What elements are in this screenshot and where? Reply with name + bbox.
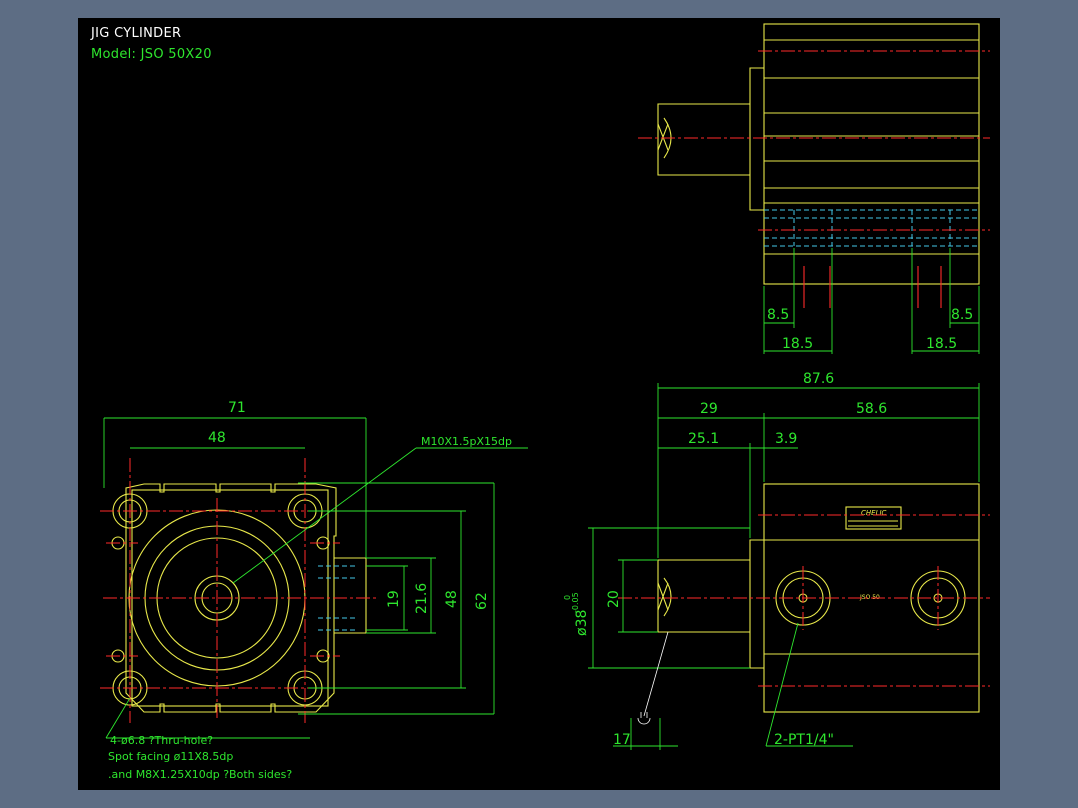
dim-48-width: 48 (208, 430, 226, 446)
cad-window: JIG CYLINDER Model: JSO 50X20 71 48 62 4… (0, 0, 1078, 808)
wrench-icon (637, 712, 651, 725)
dim-20: 20 (606, 590, 622, 608)
dim-8-5-left: 8.5 (767, 307, 789, 323)
top-body-lines (764, 39, 979, 255)
front-view: 71 48 62 48 21.6 19 M10X1.5pX15dp 4-ø6.8… (100, 400, 528, 781)
dim-21-6: 21.6 (414, 583, 430, 614)
hole-note-2: Spot facing ø11X8.5dp (108, 750, 233, 763)
top-rod-wrench-flats (657, 123, 669, 151)
label-brand: CHELIC (861, 509, 887, 517)
hole-note-3: .and M8X1.25X10dp ?Both sides? (108, 768, 292, 781)
wrench-leader (643, 631, 669, 717)
cad-drawing: 71 48 62 48 21.6 19 M10X1.5pX15dp 4-ø6.8… (100, 23, 990, 781)
top-rod-outline (657, 103, 750, 176)
hole-note-1: 4-ø6.8 ?Thru-hole? (110, 734, 213, 747)
top-hidden-lines (764, 209, 979, 247)
dim-29: 29 (700, 401, 718, 417)
port-callout: 2-PT1/4" (774, 732, 834, 748)
port-outline (334, 557, 367, 634)
side-rod-wrench-flats (657, 582, 669, 611)
dim-3-9: 3.9 (775, 431, 797, 447)
top-body-outline (763, 23, 980, 285)
top-flange (749, 67, 764, 211)
side-flange (749, 539, 764, 669)
dim-48-height: 48 (444, 590, 460, 608)
dim-8-5-right: 8.5 (951, 307, 973, 323)
dim-17: 17 (613, 732, 631, 748)
top-centerlines (638, 50, 990, 308)
dim-19: 19 (386, 590, 402, 608)
thread-callout: M10X1.5pX15dp (421, 435, 512, 448)
dim-87-6: 87.6 (803, 371, 834, 387)
dim-25-1: 25.1 (688, 431, 719, 447)
dim-62: 62 (474, 592, 490, 610)
dim-58-6: 58.6 (856, 401, 887, 417)
dim-18-5-left: 18.5 (782, 336, 813, 352)
side-rod-outline (657, 559, 750, 633)
side-view: CHELIC JSO 50 87.6 29 58.6 25.1 3.9 20 ø… (563, 371, 990, 750)
top-view: 8.5 8.5 18.5 18.5 (638, 23, 990, 354)
tol-lower: -0.05 (571, 592, 580, 613)
drawing-canvas: JIG CYLINDER Model: JSO 50X20 71 48 62 4… (78, 18, 1000, 790)
dim-71: 71 (228, 400, 246, 416)
dim-18-5-right: 18.5 (926, 336, 957, 352)
